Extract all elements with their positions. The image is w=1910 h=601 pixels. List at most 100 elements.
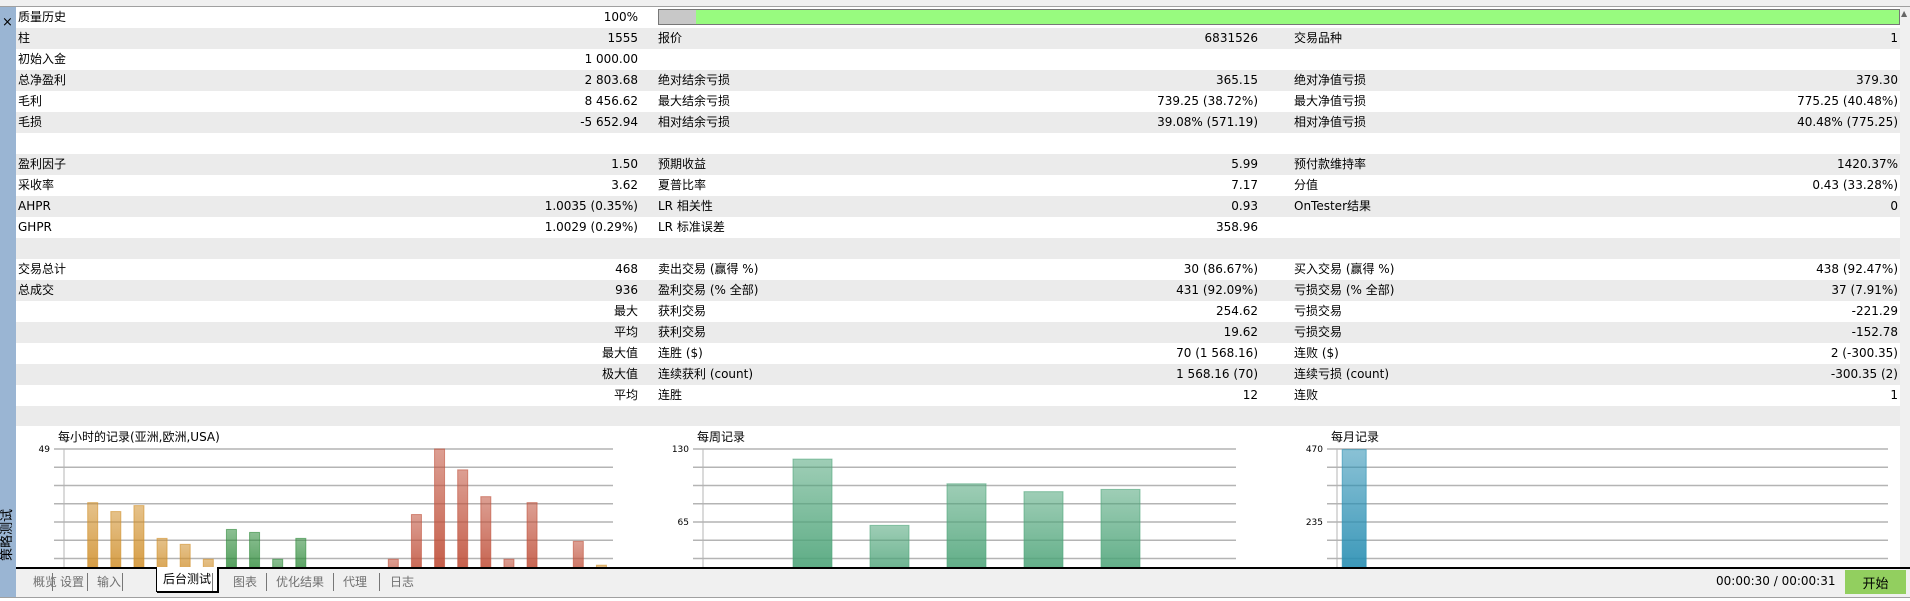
stat-row — [16, 133, 1900, 154]
tab-5[interactable]: 优化结果 — [276, 572, 324, 592]
chart-title: 每小时的记录(亚洲,欧洲,USA) — [58, 429, 220, 444]
progress-gray-part — [659, 10, 697, 24]
scrollbar[interactable]: ▲ — [1900, 7, 1910, 567]
stat-label: 连续亏损 (count) — [1294, 367, 1390, 381]
stat-value: 5.99 — [1231, 157, 1258, 171]
stat-label: OnTester结果 — [1294, 199, 1371, 213]
tab-1[interactable]: 设置 — [60, 572, 84, 592]
stat-label: 柱 — [18, 31, 31, 45]
tab-4[interactable]: 图表 — [233, 572, 257, 592]
stat-value: 100% — [603, 10, 638, 24]
stat-value: -5 652.94 — [580, 115, 638, 129]
stat-label: 连败 — [1294, 388, 1319, 402]
stat-row: 总净盈利 2 803.68 绝对结余亏损 365.15 绝对净值亏损 379.30 — [16, 70, 1900, 91]
bar-6 — [202, 558, 214, 567]
stat-label: 预付款维持率 — [1294, 157, 1367, 171]
stat-value: 1 568.16 (70) — [1176, 367, 1258, 381]
stat-value: 2 803.68 — [584, 73, 638, 87]
stat-row: AHPR 1.0035 (0.35%) LR 相关性 0.93 OnTester结果 0 — [16, 196, 1900, 217]
stat-value: 1.0035 (0.35%) — [544, 199, 638, 213]
tab-0[interactable]: 概览 — [33, 572, 57, 592]
tab-2[interactable]: 输入 — [97, 572, 121, 592]
bar-22 — [572, 540, 584, 567]
stat-row: 毛利 8 456.62 最大结余亏损 739.25 (38.72%) 最大净值亏损 775… — [16, 91, 1900, 112]
stat-value: 19.62 — [1223, 325, 1258, 339]
stat-label: 交易品种 — [1294, 31, 1343, 45]
scroll-up-icon[interactable]: ▲ — [1901, 9, 1907, 18]
stat-row: 最大值 连胜 ($) 70 (1 568.16) 连败 ($) 2 (-300.35) — [16, 343, 1900, 364]
stat-value: 最大 — [613, 304, 638, 318]
stat-value: 1420.37% — [1836, 157, 1898, 171]
bar-17 — [457, 469, 469, 567]
bar-7 — [225, 528, 237, 567]
close-icon[interactable]: × — [2, 16, 13, 30]
start-button[interactable]: 开始 — [1845, 570, 1906, 594]
stat-value: 1.0029 (0.29%) — [544, 220, 638, 234]
stat-row: 毛损 -5 652.94 相对结余亏损 39.08% (571.19) 相对净值亏损 40… — [16, 112, 1900, 133]
bar-5 — [179, 543, 191, 567]
stat-value: 39.08% (571.19) — [1157, 115, 1258, 129]
stat-value: 1 000.00 — [584, 52, 638, 66]
stat-label: 初始入金 — [18, 52, 67, 66]
stat-value: 8 456.62 — [584, 94, 638, 108]
tab-separator — [379, 573, 380, 591]
stat-row: 平均 连胜 12 连败 1 — [16, 385, 1900, 406]
stat-label: 夏普比率 — [658, 178, 707, 192]
y-tick-label: 235 — [1306, 518, 1323, 528]
stat-value: 平均 — [613, 388, 638, 402]
stat-value: 最大值 — [601, 346, 638, 360]
stat-value: 0.93 — [1231, 199, 1258, 213]
stat-label: 亏损交易 (% 全部) — [1294, 283, 1395, 297]
bar-15 — [410, 514, 422, 567]
stat-label: 亏损交易 — [1294, 325, 1343, 339]
tab-7[interactable]: 日志 — [390, 572, 414, 592]
stat-label: AHPR — [18, 199, 51, 213]
stat-label: 预期收益 — [658, 157, 707, 171]
bar-20 — [526, 502, 538, 567]
stat-label: LR 标准误差 — [658, 220, 725, 234]
stat-row: 交易总计 468 卖出交易 (赢得 %) 30 (86.67%) 买入交易 (赢得 %)… — [16, 259, 1900, 280]
tab-3[interactable]: 后台测试 — [156, 567, 219, 592]
stat-value: 6831526 — [1204, 31, 1258, 45]
tab-separator — [87, 573, 88, 591]
stat-label: 毛利 — [18, 94, 43, 108]
stat-value: 12 — [1242, 388, 1258, 402]
stat-label: 卖出交易 (赢得 %) — [658, 262, 759, 276]
stat-label: 盈利因子 — [18, 157, 67, 171]
bar-9 — [272, 558, 284, 567]
stat-label: 绝对净值亏损 — [1294, 73, 1367, 87]
stat-value: -300.35 (2) — [1830, 367, 1898, 381]
stat-label: 连败 ($) — [1294, 346, 1339, 360]
bar-10 — [295, 537, 307, 567]
stat-value: 70 (1 568.16) — [1176, 346, 1258, 360]
tab-separator — [122, 573, 123, 591]
bar-2 — [110, 511, 122, 567]
stat-label: 获利交易 — [658, 304, 707, 318]
stat-value: 7.17 — [1231, 178, 1258, 192]
stat-label: 连胜 — [658, 388, 683, 402]
stat-value: -152.78 — [1851, 325, 1898, 339]
bar-4 — [156, 537, 168, 567]
stat-label: 绝对结余亏损 — [658, 73, 731, 87]
stat-label: 总净盈利 — [18, 73, 67, 87]
bottom-strip — [0, 597, 1910, 601]
stat-value: 极大值 — [601, 367, 638, 381]
stat-row — [16, 406, 1900, 427]
tab-bar: 00:00:30 / 00:00:31 开始 概览 设置 输入 后台测试 图表 优化结果代… — [16, 567, 1910, 597]
tab-separator — [266, 573, 267, 591]
y-tick-label: 65 — [678, 518, 689, 528]
stat-label: 最大结余亏损 — [658, 94, 731, 108]
bar-14 — [387, 558, 399, 567]
stat-row — [16, 238, 1900, 259]
top-strip — [0, 0, 1910, 7]
stat-row: 柱 1555 报价 6831526 交易品种 1 — [16, 28, 1900, 49]
charts-area: 每小时的记录(亚洲,欧洲,USA) 49 每周记录 130 65 每月记录 470 235 — [16, 426, 1900, 567]
stat-label: 总成交 — [18, 283, 55, 297]
stat-label: 分值 — [1294, 178, 1319, 192]
charts-svg: 每小时的记录(亚洲,欧洲,USA) 49 每周记录 130 65 每月记录 470 235 — [39, 429, 1888, 567]
stat-row: 总成交 936 盈利交易 (% 全部) 431 (92.09%) 亏损交易 (% 全部)… — [16, 280, 1900, 301]
stat-value: 438 (92.47%) — [1816, 262, 1898, 276]
tab-6[interactable]: 代理 — [343, 572, 367, 592]
stat-value: 254.62 — [1216, 304, 1258, 318]
bar-18 — [480, 496, 492, 567]
